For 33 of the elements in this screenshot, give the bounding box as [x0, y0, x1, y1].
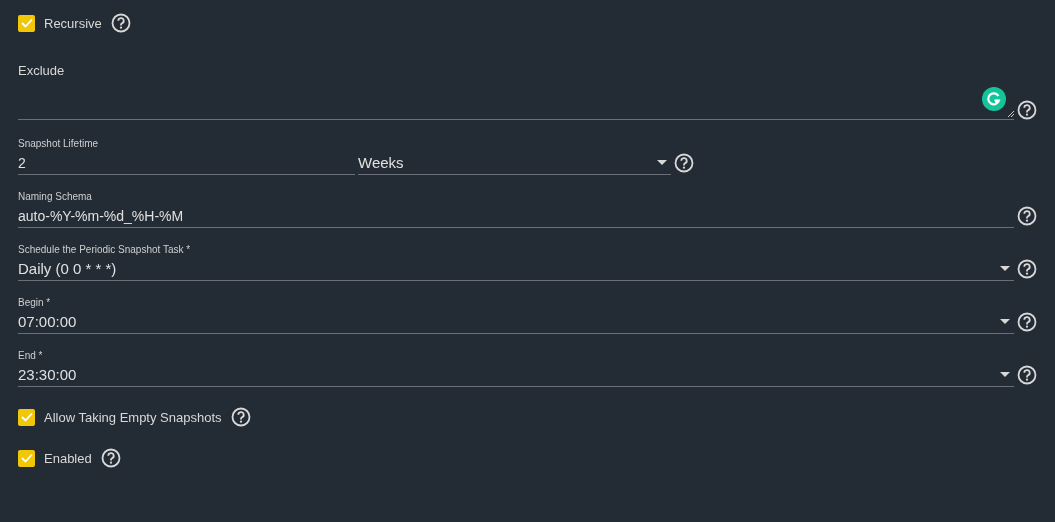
unit-select[interactable]: Weeks [358, 151, 671, 175]
help-icon[interactable] [674, 153, 694, 173]
text-field[interactable]: auto-%Y-%m-%d_%H-%M [18, 204, 1014, 228]
caret-icon [1000, 319, 1010, 324]
help-icon[interactable] [1017, 259, 1037, 279]
field-label: End * [18, 350, 44, 363]
field-label: Schedule the Periodic Snapshot Task * [18, 244, 192, 257]
help-icon[interactable] [100, 448, 121, 468]
field-label: Naming Schema [18, 191, 93, 204]
checkbox-label: Enabled [44, 450, 92, 466]
field-label: Snapshot Lifetime [18, 138, 100, 151]
checkbox[interactable] [18, 14, 35, 32]
checkbox-label: Recursive [44, 15, 102, 31]
checkbox-label: Allow Taking Empty Snapshots [44, 409, 222, 425]
checkbox[interactable] [18, 408, 35, 426]
resize-handle-icon[interactable] [1007, 110, 1014, 117]
lifetime-field[interactable]: 2 [18, 151, 355, 175]
help-icon[interactable] [110, 13, 131, 33]
help-icon[interactable] [230, 407, 251, 427]
field-label: Begin * [18, 297, 52, 310]
help-icon[interactable] [1017, 206, 1037, 226]
checkbox[interactable] [18, 449, 35, 467]
select-field[interactable]: 07:00:00 [18, 310, 1014, 334]
caret-icon [657, 160, 667, 165]
field-label: Exclude [18, 63, 66, 78]
caret-icon [1000, 372, 1010, 377]
help-icon[interactable] [1017, 312, 1037, 332]
help-icon[interactable] [1017, 365, 1037, 385]
select-field[interactable]: Daily (0 0 * * *) [18, 257, 1014, 281]
help-icon[interactable] [1017, 100, 1037, 120]
caret-icon [1000, 266, 1010, 271]
refresh-badge-icon [982, 87, 1006, 111]
select-field[interactable]: 23:30:00 [18, 363, 1014, 387]
